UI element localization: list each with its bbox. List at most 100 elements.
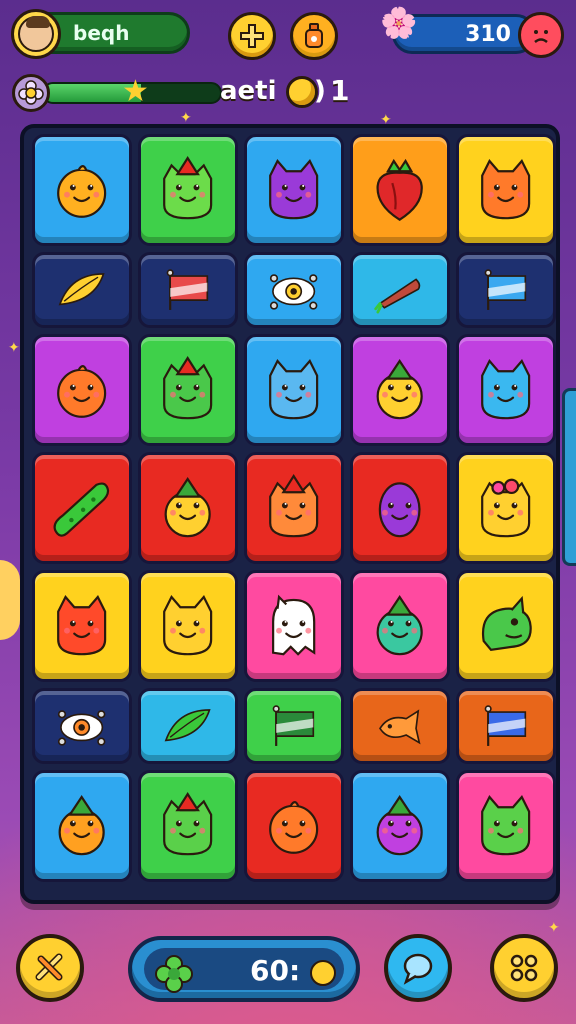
blob-icon — [57, 364, 107, 418]
tile-blob-hat[interactable] — [350, 770, 450, 882]
player-name: beqh — [73, 21, 130, 45]
tile-cat-hat[interactable] — [138, 334, 238, 446]
sad-face-icon — [534, 30, 548, 44]
tile-cat[interactable] — [244, 334, 344, 446]
tile-cat[interactable] — [244, 134, 344, 246]
tile-blob[interactable] — [32, 334, 132, 446]
tile-leaf[interactable] — [138, 688, 238, 764]
potion-button[interactable] — [290, 12, 338, 60]
cat-hat-icon — [269, 473, 319, 537]
tile-cat-hat[interactable] — [244, 452, 344, 564]
blob-hat-icon — [164, 476, 212, 537]
tile-blob-hat[interactable] — [32, 770, 132, 882]
sad-face-button[interactable] — [518, 12, 564, 58]
tile-chameleon[interactable] — [456, 570, 556, 682]
eye-icon — [58, 709, 106, 746]
tile-blob[interactable] — [32, 134, 132, 246]
chat-button[interactable] — [384, 934, 452, 1002]
tile-cat-hat[interactable] — [138, 134, 238, 246]
tile-strawberry[interactable] — [350, 134, 450, 246]
tile-flag[interactable] — [138, 252, 238, 328]
cat-icon — [57, 594, 107, 655]
cat-hat-icon — [163, 355, 213, 419]
tile-blob-hat[interactable] — [350, 570, 450, 682]
plus-icon — [240, 24, 264, 48]
tile-cat[interactable] — [456, 770, 556, 882]
tile-cat[interactable] — [138, 570, 238, 682]
blob-hat-icon — [376, 794, 424, 855]
tile-flag[interactable] — [244, 688, 344, 764]
cat-icon — [269, 358, 319, 419]
blob-hat-icon — [376, 358, 424, 419]
coin-count: 1 — [330, 74, 350, 107]
flag-icon — [484, 268, 527, 310]
tile-flag[interactable] — [456, 252, 556, 328]
cat-icon — [481, 358, 531, 419]
star-icon: ★ — [122, 74, 149, 109]
strawberry-icon — [376, 158, 424, 221]
level-progress: ★ — [12, 74, 222, 112]
tile-blob-hat[interactable] — [350, 334, 450, 446]
swap-icon — [35, 953, 63, 981]
cat-hat-icon — [163, 791, 213, 855]
leaf-icon — [58, 272, 105, 306]
tile-eye[interactable] — [244, 252, 344, 328]
avatar[interactable] — [11, 9, 61, 59]
level-label: aeti — [220, 76, 277, 106]
score-value: 310 — [465, 22, 511, 47]
moves-value: 60: — [250, 954, 301, 987]
tile-cat[interactable] — [32, 570, 132, 682]
flag-icon — [166, 268, 209, 310]
leaf-icon — [164, 708, 211, 742]
tile-leaf[interactable] — [32, 252, 132, 328]
blob-hat-icon — [376, 594, 424, 655]
tile-cat[interactable] — [456, 334, 556, 446]
tile-cat[interactable] — [456, 134, 556, 246]
cat-hat-icon — [163, 155, 213, 219]
cat-icon — [163, 594, 213, 655]
tile-flag[interactable] — [456, 688, 556, 764]
tile-pickle[interactable] — [32, 452, 132, 564]
tile-fish[interactable] — [350, 688, 450, 764]
coin-paren: ) — [314, 76, 326, 106]
blob-hat-icon — [58, 794, 106, 855]
cat-icon — [269, 158, 319, 219]
clover-icon — [155, 955, 193, 993]
pickle-icon — [53, 482, 110, 537]
coin-icon — [310, 960, 336, 986]
tile-grid — [32, 134, 556, 882]
cat-icon — [481, 794, 531, 855]
cat-icon — [481, 158, 531, 219]
side-panel-tab[interactable] — [562, 388, 576, 566]
blob-icon — [269, 800, 319, 854]
flower-badge-icon — [12, 74, 50, 112]
tile-cat-hat[interactable] — [138, 770, 238, 882]
chat-icon — [403, 953, 433, 985]
carrot-icon — [374, 278, 421, 314]
chameleon-icon — [482, 595, 533, 651]
menu-button[interactable] — [490, 934, 558, 1002]
tile-blob-hat[interactable] — [138, 452, 238, 564]
tile-egg[interactable] — [350, 452, 450, 564]
tile-blob[interactable] — [244, 770, 344, 882]
top-bar: beqh 310 🌸 — [0, 0, 576, 70]
swap-button[interactable] — [16, 934, 84, 1002]
cloud-decoration — [0, 560, 20, 640]
bottom-bar: 60: — [0, 920, 576, 1024]
blob-icon — [57, 164, 107, 218]
tile-ghost[interactable] — [244, 570, 344, 682]
player-pill[interactable]: beqh — [11, 9, 190, 59]
flag-icon — [484, 704, 527, 746]
tile-cat-flower[interactable] — [456, 452, 556, 564]
egg-icon — [379, 481, 421, 537]
sparkle-decoration: ✦ — [8, 340, 20, 356]
tile-carrot[interactable] — [350, 252, 450, 328]
moves-pill: 60: — [128, 936, 360, 1002]
game-board — [20, 124, 560, 904]
add-button[interactable] — [228, 12, 276, 60]
ghost-icon — [272, 594, 316, 656]
tile-eye[interactable] — [32, 688, 132, 764]
flower-icon: 🌸 — [380, 6, 418, 41]
eye-icon — [270, 273, 318, 310]
cat-flower-icon — [481, 478, 531, 537]
